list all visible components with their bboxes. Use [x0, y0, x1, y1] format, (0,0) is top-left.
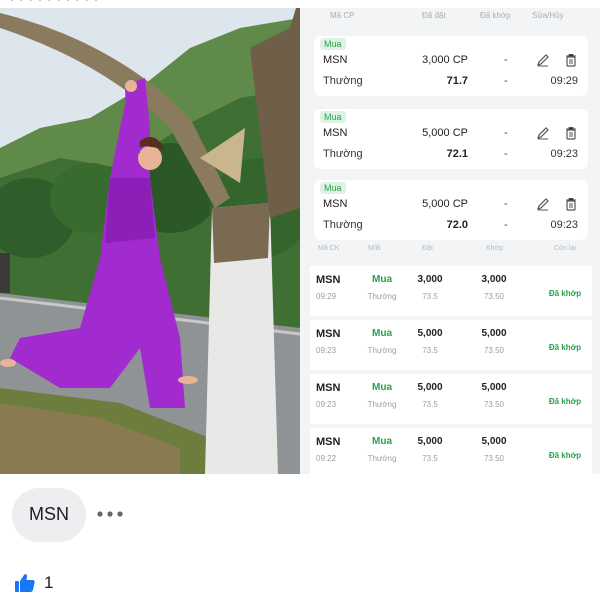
order-type: Thường	[323, 148, 363, 160]
comment-text: MSN	[29, 504, 69, 524]
trash-icon[interactable]	[564, 197, 578, 211]
history-time: 09:29	[316, 292, 337, 301]
col-header-stock-code: Mã CK	[318, 245, 340, 252]
history-symbol: MSN	[316, 274, 341, 286]
history-side: Mua	[372, 436, 392, 447]
trash-icon[interactable]	[564, 53, 578, 67]
edit-pencil-icon[interactable]	[536, 53, 550, 67]
order-history-row[interactable]: MSN 09:22 Mua Thường 5,000 73.5 5,000 73…	[310, 428, 592, 474]
history-side: Mua	[372, 274, 392, 285]
like-count: 1	[44, 573, 54, 592]
history-quantity: 5,000	[417, 436, 443, 447]
history-filled-quantity: 3,000	[481, 274, 507, 285]
history-quantity: 3,000	[417, 274, 443, 285]
order-price: 72.0	[446, 219, 468, 231]
edit-pencil-icon[interactable]	[536, 126, 550, 140]
pending-order-card[interactable]: Mua MSN Thường 5,000 CP 72.1 - - 09:23	[314, 109, 588, 169]
history-filled-price: 73.50	[483, 292, 505, 301]
order-filled: -	[504, 127, 508, 139]
history-time: 09:23	[316, 400, 337, 409]
order-symbol: MSN	[323, 198, 348, 210]
order-filled-price: -	[504, 75, 508, 87]
order-price: 71.7	[446, 75, 468, 87]
order-side-badge: Mua	[320, 38, 346, 50]
order-quantity: 5,000 CP	[422, 198, 468, 210]
history-price: 73.5	[422, 400, 438, 409]
order-time: 09:23	[550, 148, 578, 160]
order-type: Thường	[323, 219, 363, 231]
pending-order-card[interactable]: Mua MSN Thường 3,000 CP 71.7 - - 09:29	[314, 36, 588, 96]
order-symbol: MSN	[323, 54, 348, 66]
order-filled-price: -	[504, 219, 508, 231]
history-side: Mua	[372, 382, 392, 393]
col-header-ordered: Đã đặt	[422, 11, 446, 20]
history-symbol: MSN	[316, 436, 341, 448]
history-filled-price: 73.50	[483, 400, 505, 409]
order-filled-price: -	[504, 148, 508, 160]
trading-order-panel: Mã CP Đã đặt Đã khớp Sửa/Hủy Mua MSN Thư…	[300, 8, 600, 474]
col-header-matched-qty: Khớp	[486, 245, 504, 252]
order-time: 09:29	[550, 75, 578, 87]
history-status: Đã khớp	[548, 343, 582, 352]
comment-bubble[interactable]: MSN	[12, 488, 86, 542]
history-symbol: MSN	[316, 382, 341, 394]
history-filled-quantity: 5,000	[481, 436, 507, 447]
history-price: 73.5	[422, 454, 438, 463]
edit-pencil-icon[interactable]	[536, 197, 550, 211]
history-symbol: MSN	[316, 328, 341, 340]
history-status: Đã khớp	[548, 451, 582, 460]
col-header-remaining: Còn lại	[554, 245, 576, 252]
history-time: 09:23	[316, 346, 337, 355]
history-filled-price: 73.50	[483, 346, 505, 355]
history-order-type: Thường	[367, 454, 397, 463]
col-header-edit-cancel: Sửa/Hủy	[532, 11, 564, 20]
order-quantity: 5,000 CP	[422, 127, 468, 139]
order-quantity: 3,000 CP	[422, 54, 468, 66]
history-status: Đã khớp	[548, 397, 582, 406]
history-status: Đã khớp	[548, 289, 582, 298]
order-price: 72.1	[446, 148, 468, 160]
history-side: Mua	[372, 328, 392, 339]
history-column-headers: Mã CK M/B Đặt Khớp Còn lại	[300, 244, 600, 256]
history-filled-price: 73.50	[483, 454, 505, 463]
order-filled: -	[504, 198, 508, 210]
order-side-badge: Mua	[320, 182, 346, 194]
history-quantity: 5,000	[417, 328, 443, 339]
order-history-row[interactable]: MSN 09:23 Mua Thường 5,000 73.5 5,000 73…	[310, 374, 592, 424]
order-history-row[interactable]: MSN 09:23 Mua Thường 5,000 73.5 5,000 73…	[310, 320, 592, 370]
history-order-type: Thường	[367, 292, 397, 301]
col-header-filled: Đã khớp	[480, 11, 511, 20]
order-time: 09:23	[550, 219, 578, 231]
col-header-symbol: Mã CP	[330, 11, 355, 20]
history-quantity: 5,000	[417, 382, 443, 393]
history-filled-quantity: 5,000	[481, 382, 507, 393]
order-type: Thường	[323, 75, 363, 87]
history-order-type: Thường	[367, 346, 397, 355]
col-header-buy-sell: M/B	[368, 245, 381, 252]
order-symbol: MSN	[323, 127, 348, 139]
order-side-badge: Mua	[320, 111, 346, 123]
history-price: 73.5	[422, 292, 438, 301]
trash-icon[interactable]	[564, 126, 578, 140]
more-dots-icon[interactable]	[96, 506, 124, 522]
top-cut-text-strip: · · · · · · · · · ·	[0, 0, 600, 8]
history-time: 09:22	[316, 454, 337, 463]
post-photo[interactable]	[0, 8, 300, 474]
thumbs-up-icon[interactable]	[14, 572, 36, 594]
history-filled-quantity: 5,000	[481, 328, 507, 339]
order-filled: -	[504, 54, 508, 66]
order-history-row[interactable]: MSN 09:29 Mua Thường 3,000 73.5 3,000 73…	[310, 266, 592, 316]
history-order-type: Thường	[367, 400, 397, 409]
pending-order-card[interactable]: Mua MSN Thường 5,000 CP 72.0 - - 09:23	[314, 180, 588, 240]
photo-woman-hanging-on-tree	[0, 8, 300, 474]
order-column-headers: Mã CP Đã đặt Đã khớp Sửa/Hủy	[300, 8, 600, 22]
col-header-ordered-qty: Đặt	[422, 245, 433, 252]
history-price: 73.5	[422, 346, 438, 355]
